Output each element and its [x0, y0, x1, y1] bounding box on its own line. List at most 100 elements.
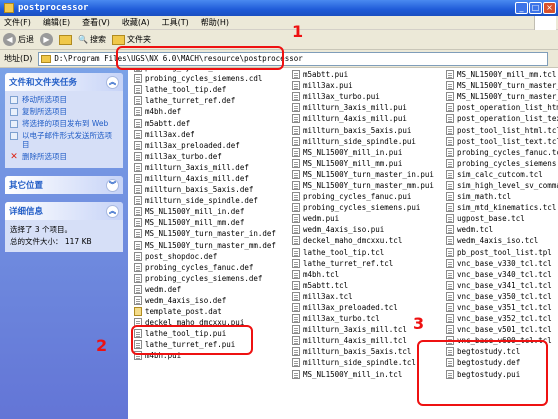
- file-item[interactable]: MS_NL1500Y_turn_master_mm.tcl: [446, 91, 558, 102]
- file-item[interactable]: post_operation_list_text.tcl: [446, 113, 558, 124]
- chevron-up-icon[interactable]: ︽: [106, 75, 119, 89]
- copy-icon: [10, 108, 18, 116]
- maximize-button[interactable]: □: [529, 2, 542, 14]
- file-item[interactable]: MS_NL1500Y_mill_in.def: [134, 206, 282, 217]
- file-item[interactable]: probing_cycles_fanuc.tcl: [446, 147, 558, 158]
- file-item[interactable]: lathe_turret_ref.def: [134, 95, 282, 106]
- file-item[interactable]: MS_NL1500Y_mill_mm.pui: [292, 158, 440, 169]
- file-item[interactable]: vnc_base_v351_tcl.tcl: [446, 302, 558, 313]
- file-item[interactable]: m5abtt.tcl: [292, 280, 440, 291]
- file-item[interactable]: post_operation_list_html.tcl: [446, 102, 558, 113]
- menu-tools[interactable]: 工具(T): [162, 17, 189, 28]
- file-item[interactable]: wedm.tcl: [446, 224, 558, 235]
- file-item[interactable]: m5abtt.pui: [292, 69, 440, 80]
- file-item[interactable]: lathe_turret_ref.tcl: [292, 258, 440, 269]
- file-item[interactable]: MS_NL1500Y_mill_in.pui: [292, 147, 440, 158]
- file-item[interactable]: MS_NL1500Y_turn_master_in.tcl: [446, 80, 558, 91]
- file-name: wedm_4axis_iso.pui: [303, 225, 385, 235]
- file-item[interactable]: lathe_tool_tip.tcl: [292, 247, 440, 258]
- file-item[interactable]: MS_NL1500Y_turn_master_in.def: [134, 228, 282, 239]
- task-copy[interactable]: 复制所选项目: [10, 107, 118, 116]
- file-tasks-header[interactable]: 文件和文件夹任务 ︽: [5, 73, 123, 91]
- file-item[interactable]: MS_NL1500Y_turn_master_mm.pui: [292, 180, 440, 191]
- file-item[interactable]: vnc_base_v350_tcl.tcl: [446, 291, 558, 302]
- file-item[interactable]: millturn_3axis_mill.pui: [292, 102, 440, 113]
- file-item[interactable]: post_tool_list_html.tcl: [446, 124, 558, 135]
- file-item[interactable]: mill3ax.pui: [292, 80, 440, 91]
- task-delete[interactable]: ✕ 删除所选项目: [10, 152, 118, 162]
- file-item[interactable]: sim_high_level_sv_commands.tcl: [446, 180, 558, 191]
- search-button[interactable]: 🔍 搜索: [78, 34, 106, 45]
- file-item[interactable]: mill3ax.tcl: [292, 291, 440, 302]
- file-item[interactable]: millturn_3axis_mill.def: [134, 162, 282, 173]
- file-item[interactable]: wedm_4axis_iso.pui: [292, 224, 440, 235]
- menu-view[interactable]: 查看(V): [82, 17, 110, 28]
- file-item[interactable]: millturn_4axis_mill.pui: [292, 113, 440, 124]
- menu-edit[interactable]: 编辑(E): [43, 17, 70, 28]
- file-item[interactable]: vnc_base_v330_tcl.tcl: [446, 258, 558, 269]
- file-item[interactable]: lathe_tool_tip.def: [134, 84, 282, 95]
- file-item[interactable]: mill3ax_turbo.pui: [292, 91, 440, 102]
- file-item[interactable]: sim_math.tcl: [446, 191, 558, 202]
- file-item[interactable]: millturn_4axis_mill.def: [134, 173, 282, 184]
- file-item[interactable]: millturn_side_spindle.def: [134, 195, 282, 206]
- forward-button[interactable]: ▶: [40, 33, 53, 46]
- file-item[interactable]: m4bh.def: [134, 106, 282, 117]
- file-item[interactable]: template_post.dat: [134, 306, 282, 317]
- task-email[interactable]: 以电子邮件形式发送所选项目: [10, 131, 118, 149]
- file-icon: [292, 269, 300, 279]
- back-button[interactable]: ◀ 后退: [3, 33, 34, 46]
- close-button[interactable]: ×: [543, 2, 556, 14]
- file-icon: [446, 180, 454, 190]
- up-button[interactable]: [59, 34, 72, 45]
- file-item[interactable]: mill3ax_preloaded.tcl: [292, 302, 440, 313]
- file-item[interactable]: vnc_base_v340_tcl.tcl: [446, 269, 558, 280]
- file-item[interactable]: vnc_base_v341_tcl.tcl: [446, 280, 558, 291]
- folders-button[interactable]: 文件夹: [111, 34, 151, 45]
- details-header[interactable]: 详细信息 ︽: [5, 202, 123, 220]
- file-item[interactable]: deckel_maho_dmcxxu.tcl: [292, 235, 440, 246]
- menu-file[interactable]: 文件(F): [4, 17, 31, 28]
- file-item[interactable]: millturn_side_spindle.pui: [292, 136, 440, 147]
- file-item[interactable]: MS_NL1500Y_turn_master_in.pui: [292, 169, 440, 180]
- menu-help[interactable]: 帮助(H): [201, 17, 229, 28]
- file-item[interactable]: ugpost_base.tcl: [446, 213, 558, 224]
- file-name: wedm.def: [145, 284, 182, 294]
- file-item[interactable]: probing_cycles_fanuc.pui: [292, 191, 440, 202]
- file-item[interactable]: wedm.def: [134, 284, 282, 295]
- file-item[interactable]: probing_cycles_siemens.tcl: [446, 158, 558, 169]
- file-item[interactable]: mill3ax.def: [134, 129, 282, 140]
- file-item[interactable]: probing_cycles_siemens.pui: [292, 202, 440, 213]
- file-item[interactable]: mill3ax_preloaded.def: [134, 140, 282, 151]
- file-item[interactable]: wedm_4axis_iso.def: [134, 295, 282, 306]
- file-item[interactable]: MS_NL1500Y_mill_mm.def: [134, 217, 282, 228]
- other-places-header[interactable]: 其它位置 ︾: [5, 176, 123, 194]
- details-selection: 选择了 3 个项目。: [10, 225, 73, 234]
- file-item[interactable]: sim_calc_cutcom.tcl: [446, 169, 558, 180]
- file-item[interactable]: probing_cycles_siemens.def: [134, 273, 282, 284]
- file-item[interactable]: millturn_baxis_5axis.def: [134, 184, 282, 195]
- file-item[interactable]: post_tool_list_text.tcl: [446, 136, 558, 147]
- chevron-down-icon[interactable]: ︾: [106, 178, 119, 192]
- file-item[interactable]: MS_NL1500Y_turn_master_mm.def: [134, 240, 282, 251]
- menu-favorites[interactable]: 收藏(A): [122, 17, 150, 28]
- file-item[interactable]: post_shopdoc.def: [134, 251, 282, 262]
- file-item[interactable]: wedm_4axis_iso.tcl: [446, 235, 558, 246]
- file-item[interactable]: mill3ax_turbo.def: [134, 151, 282, 162]
- file-item[interactable]: probing_cycles_fanuc.def: [134, 262, 282, 273]
- file-item[interactable]: wedm.pui: [292, 213, 440, 224]
- file-item[interactable]: m5abtt.def: [134, 117, 282, 128]
- file-item[interactable]: probing_cycles_siemens.cdl: [134, 73, 282, 84]
- file-item[interactable]: MS_NL1500Y_mill_mm.tcl: [446, 69, 558, 80]
- file-item[interactable]: sim_mtd_kinematics.tcl: [446, 202, 558, 213]
- file-item[interactable]: millturn_baxis_5axis.pui: [292, 124, 440, 135]
- task-publish-web[interactable]: 将选择的项目发布到 Web: [10, 119, 118, 128]
- task-move[interactable]: 移动所选项目: [10, 95, 118, 104]
- file-item[interactable]: pb_post_tool_list.tpl: [446, 247, 558, 258]
- address-input[interactable]: D:\Program Files\UGS\NX 6.0\MACH\resourc…: [38, 51, 549, 66]
- chevron-up-icon[interactable]: ︽: [106, 204, 119, 218]
- minimize-button[interactable]: _: [515, 2, 528, 14]
- file-item[interactable]: m4bh.tcl: [292, 269, 440, 280]
- file-item[interactable]: vnc_base_v501_tcl.tcl: [446, 324, 558, 335]
- file-item[interactable]: vnc_base_v352_tcl.tcl: [446, 313, 558, 324]
